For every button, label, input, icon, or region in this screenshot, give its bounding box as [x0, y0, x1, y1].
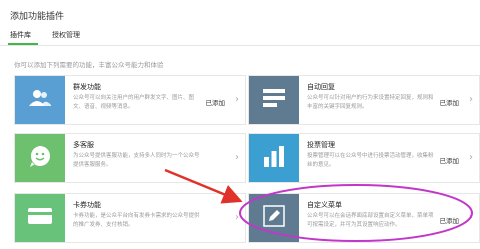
- active-tab-indicator: [8, 43, 38, 45]
- tab-authorization-management[interactable]: 授权管理: [52, 30, 80, 40]
- chevron-right-icon[interactable]: ›: [469, 152, 473, 163]
- page-title: 添加功能插件: [10, 12, 65, 22]
- users-icon: [29, 89, 51, 111]
- plugin-description: 为公众号提供客服功能，支持多人同时为一个公众号提供客服服务。: [73, 153, 200, 168]
- plugin-card-auto-reply[interactable]: 自动回复 公众号可以针对用户的行为来设置特定回复，规则和丰富的关键字回复规则。 …: [248, 75, 480, 125]
- plugin-card-coupon[interactable]: 卡券功能 卡券功能，是公众平台向有发券卡需求的公众号提供的推广发券、支付核销。 …: [14, 193, 246, 243]
- plugin-status: 已添加: [439, 99, 460, 107]
- plugin-thumb: [249, 134, 299, 182]
- tab-bar: 插件库 授权管理: [0, 27, 480, 46]
- plugin-description: 投票管理可以在公众号中进行投票活动管理，收集粉丝的意见。: [307, 153, 434, 168]
- tab-plugin-library[interactable]: 插件库: [10, 30, 31, 40]
- bar-chart-icon: [263, 145, 285, 171]
- plugin-thumb: [15, 194, 65, 242]
- edit-pen-icon: [263, 205, 285, 231]
- plugin-name: 自动回复: [307, 83, 335, 91]
- chevron-right-icon[interactable]: ›: [235, 152, 239, 163]
- chevron-right-icon[interactable]: ›: [469, 212, 473, 223]
- plugin-name: 卡券功能: [73, 201, 101, 209]
- plugin-description: 公众号可以向关注用户的用户群发文字、图片、图文、语音、视频等消息。: [73, 95, 195, 110]
- plugin-description: 公众号可以在会话界面底部设置自定义菜单，菜单项可按需设定，并可为其设置响应动作。: [307, 213, 434, 228]
- plugin-card-custom-menu[interactable]: 自定义菜单 公众号可以在会话界面底部设置自定义菜单，菜单项可按需设定，并可为其设…: [248, 193, 480, 243]
- plugin-thumb: [15, 134, 65, 182]
- plugin-name: 多客服: [73, 141, 94, 149]
- plugin-name: 群发功能: [73, 83, 101, 91]
- chevron-right-icon[interactable]: ›: [235, 212, 239, 223]
- plugin-thumb: [249, 194, 299, 242]
- plugin-card-customer-service[interactable]: 多客服 为公众号提供客服功能，支持多人同时为一个公众号提供客服服务。 ›: [14, 133, 246, 183]
- plugin-thumb: [15, 76, 65, 124]
- plugin-name: 投票管理: [307, 141, 335, 149]
- card-icon: [28, 208, 52, 228]
- plugin-status: 已添加: [205, 99, 226, 107]
- message-lines-icon: [263, 89, 285, 111]
- chevron-right-icon[interactable]: ›: [235, 94, 239, 105]
- plugin-description: 卡券功能，是公众平台向有发券卡需求的公众号提供的推广发券、支付核销。: [73, 213, 200, 228]
- plugin-name: 自定义菜单: [307, 201, 342, 209]
- plugin-thumb: [249, 76, 299, 124]
- chevron-right-icon[interactable]: ›: [469, 94, 473, 105]
- plugin-card-vote-management[interactable]: 投票管理 投票管理可以在公众号中进行投票活动管理，收集粉丝的意见。 已添加 ›: [248, 133, 480, 183]
- plugin-card-mass-send[interactable]: 群发功能 公众号可以向关注用户的用户群发文字、图片、图文、语音、视频等消息。 已…: [14, 75, 246, 125]
- smile-chat-icon: [28, 144, 52, 172]
- section-description: 你可以添加下列需要的功能，丰富公众号能力和体验: [14, 61, 164, 69]
- plugin-description: 公众号可以针对用户的行为来设置特定回复，规则和丰富的关键字回复规则。: [307, 95, 434, 110]
- plugin-status: 已添加: [439, 217, 460, 225]
- plugin-status: 已添加: [439, 157, 460, 165]
